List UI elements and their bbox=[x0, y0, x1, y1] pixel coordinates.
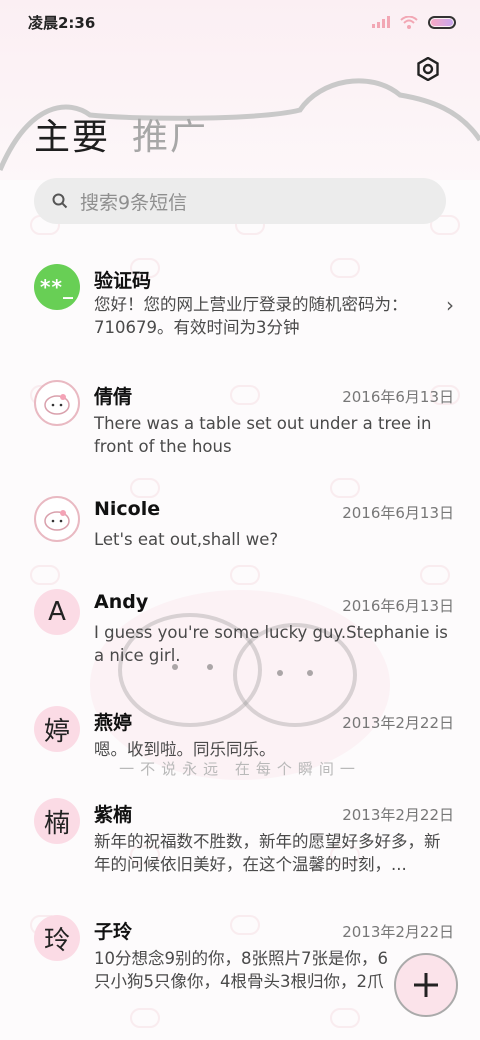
conversation-date: 2013年2月22日 bbox=[342, 923, 454, 941]
status-bar: 凌晨2:36 bbox=[0, 0, 480, 44]
conversation-preview: There was a table set out under a tree i… bbox=[94, 414, 432, 456]
conversation-name: 倩倩 bbox=[94, 386, 133, 408]
conversation-preview: Let's eat out,shall we? bbox=[94, 530, 279, 549]
chevron-right-icon[interactable]: › bbox=[446, 293, 454, 317]
conversation-preview: 嗯。收到啦。同乐同乐。 bbox=[94, 740, 276, 759]
conversation-name: Nicole bbox=[94, 498, 161, 520]
conversation-date: 2013年2月22日 bbox=[342, 714, 454, 732]
wifi-icon bbox=[400, 15, 418, 29]
search-icon bbox=[52, 193, 68, 209]
battery-icon bbox=[428, 15, 456, 29]
avatar: 婷 bbox=[34, 706, 80, 752]
avatar: 玲 bbox=[34, 915, 80, 961]
conversation-name: 子玲 bbox=[94, 921, 133, 943]
conversation-name: Andy bbox=[94, 591, 149, 613]
avatar: A bbox=[34, 589, 80, 635]
wallpaper-slogan: 一不说永远 在每个瞬间一 bbox=[119, 760, 361, 778]
avatar: 楠 bbox=[34, 798, 80, 844]
gear-icon bbox=[417, 57, 439, 81]
signal-icon bbox=[372, 16, 390, 28]
tab-bar: 主要 推广 bbox=[34, 108, 208, 160]
conversation-preview: 10分想念9别的你，8张照片7张是你，6只小狗5只像你，4根骨头3根归你，2爪着… bbox=[94, 949, 388, 991]
conversation-preview: 您好！您的网上营业厅登录的随机密码为：710679。有效时间为3分钟 bbox=[94, 295, 408, 337]
conversation-name: 紫楠 bbox=[94, 804, 133, 826]
compose-button[interactable] bbox=[394, 953, 458, 1017]
plus-icon bbox=[414, 973, 438, 997]
hello-kitty-icon bbox=[34, 496, 80, 542]
tab-primary[interactable]: 主要 bbox=[34, 108, 110, 160]
hello-kitty-icon bbox=[34, 380, 80, 426]
conversation-date: 2016年6月13日 bbox=[342, 504, 454, 522]
conversation-preview: I guess you're some lucky guy.Stephanie … bbox=[94, 623, 448, 665]
search-input[interactable]: 搜索9条短信 bbox=[80, 188, 187, 215]
conversation-name: 验证码 bbox=[94, 270, 152, 292]
avatar: **_ bbox=[34, 264, 80, 310]
conversation-name: 燕婷 bbox=[94, 712, 133, 734]
conversation-preview: 新年的祝福数不胜数，新年的愿望好多好多，新年的问候依旧美好，在这个温馨的时刻，.… bbox=[94, 832, 441, 874]
tab-promotions[interactable]: 推广 bbox=[132, 108, 208, 160]
conversation-date: 2016年6月13日 bbox=[342, 597, 454, 615]
search-bar[interactable]: 搜索9条短信 bbox=[34, 178, 446, 224]
conversation-date: 2013年2月22日 bbox=[342, 806, 454, 824]
conversation-date: 2016年6月13日 bbox=[342, 388, 454, 406]
settings-button[interactable] bbox=[414, 55, 442, 83]
status-time: 凌晨2:36 bbox=[28, 13, 96, 32]
